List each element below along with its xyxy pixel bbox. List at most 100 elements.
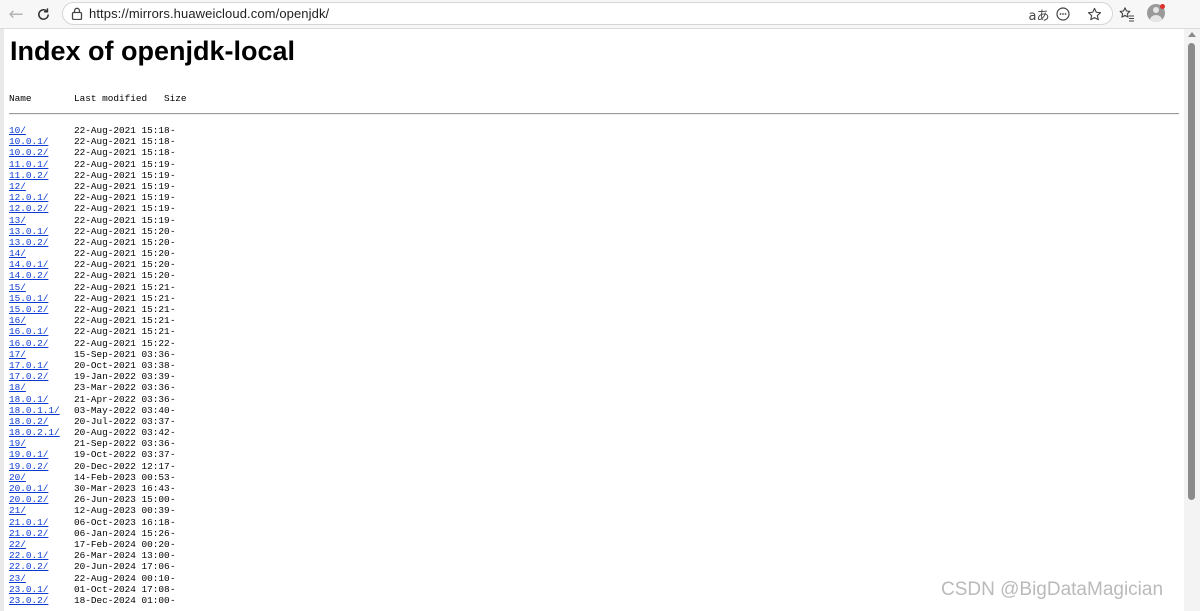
scrollbar-thumb[interactable] bbox=[1188, 43, 1195, 500]
directory-link[interactable]: 20.0.1/ bbox=[9, 483, 48, 494]
directory-link[interactable]: 15.0.2/ bbox=[9, 304, 48, 315]
directory-link[interactable]: 23.0.2/ bbox=[9, 595, 48, 606]
directory-link[interactable]: 15.0.1/ bbox=[9, 293, 48, 304]
directory-link[interactable]: 13/ bbox=[9, 215, 26, 226]
directory-link[interactable]: 11.0.1/ bbox=[9, 159, 48, 170]
list-item: 18/23-Mar-2022 03:36- bbox=[9, 382, 609, 393]
reload-icon[interactable] bbox=[31, 2, 55, 26]
directory-link[interactable]: 14/ bbox=[9, 248, 26, 259]
size-value: - bbox=[170, 292, 176, 304]
last-modified-value: 20-Jun-2024 17:06 bbox=[74, 561, 170, 573]
list-item: 18.0.2/20-Jul-2022 03:37- bbox=[9, 416, 609, 427]
directory-link[interactable]: 19.0.2/ bbox=[9, 461, 48, 472]
directory-link[interactable]: 22.0.2/ bbox=[9, 561, 48, 572]
directory-link[interactable]: 13.0.1/ bbox=[9, 226, 48, 237]
directory-link[interactable]: 11.0.2/ bbox=[9, 170, 48, 181]
size-value: - bbox=[170, 393, 176, 405]
directory-link[interactable]: 18/ bbox=[9, 382, 26, 393]
directory-link[interactable]: 10/ bbox=[9, 125, 26, 136]
directory-link[interactable]: 10.0.2/ bbox=[9, 147, 48, 158]
directory-link[interactable]: 22.0.1/ bbox=[9, 550, 48, 561]
back-arrow-icon[interactable]: ← bbox=[4, 2, 28, 26]
lock-icon[interactable] bbox=[71, 7, 83, 21]
watermark: CSDN @BigDataMagician bbox=[941, 579, 1164, 600]
favorites-list-icon[interactable] bbox=[1116, 3, 1138, 25]
directory-link[interactable]: 21/ bbox=[9, 505, 26, 516]
directory-link[interactable]: 16/ bbox=[9, 315, 26, 326]
directory-link[interactable]: 17.0.1/ bbox=[9, 360, 48, 371]
size-value: - bbox=[170, 337, 176, 349]
size-value: - bbox=[170, 471, 176, 483]
star-icon[interactable] bbox=[1085, 5, 1103, 23]
directory-link[interactable]: 14.0.2/ bbox=[9, 270, 48, 281]
last-modified-value: 22-Aug-2021 15:20 bbox=[74, 225, 170, 237]
size-value: - bbox=[170, 550, 176, 562]
last-modified-value: 22-Aug-2021 15:18 bbox=[74, 125, 170, 136]
list-item: 10.0.1/22-Aug-2021 15:18- bbox=[9, 136, 609, 147]
list-item: 22.0.1/26-Mar-2024 13:00- bbox=[9, 550, 609, 561]
directory-link[interactable]: 10.0.1/ bbox=[9, 136, 48, 147]
directory-link[interactable]: 15/ bbox=[9, 282, 26, 293]
list-item: 13/22-Aug-2021 15:19- bbox=[9, 215, 609, 226]
directory-link[interactable]: 17/ bbox=[9, 349, 26, 360]
list-item: 13.0.2/22-Aug-2021 15:20- bbox=[9, 237, 609, 248]
directory-link[interactable]: 13.0.2/ bbox=[9, 237, 48, 248]
size-value: - bbox=[170, 371, 176, 383]
directory-link[interactable]: 20/ bbox=[9, 472, 26, 483]
directory-link[interactable]: 19/ bbox=[9, 438, 26, 449]
scroll-up-arrow-icon[interactable] bbox=[1188, 32, 1196, 37]
list-item: 22.0.2/20-Jun-2024 17:06- bbox=[9, 561, 609, 572]
last-modified-value: 22-Aug-2021 15:20 bbox=[74, 270, 170, 282]
size-value: - bbox=[170, 326, 176, 338]
column-last-modified-header: Last modified bbox=[74, 93, 148, 104]
column-size-header: Size bbox=[164, 93, 187, 104]
last-modified-value: 21-Sep-2022 03:36 bbox=[74, 438, 170, 450]
url-text[interactable]: https://mirrors.huaweicloud.com/openjdk/ bbox=[89, 6, 329, 21]
directory-link[interactable]: 18.0.1.1/ bbox=[9, 405, 60, 416]
directory-link[interactable]: 18.0.2.1/ bbox=[9, 427, 60, 438]
list-item: 14/22-Aug-2021 15:20- bbox=[9, 248, 609, 259]
last-modified-value: 03-May-2022 03:40 bbox=[74, 404, 170, 416]
last-modified-value: 01-Oct-2024 17:08 bbox=[74, 583, 170, 595]
directory-link[interactable]: 14.0.1/ bbox=[9, 259, 48, 270]
directory-link[interactable]: 18.0.1/ bbox=[9, 394, 48, 405]
directory-link[interactable]: 20.0.2/ bbox=[9, 494, 48, 505]
size-value: - bbox=[170, 460, 176, 472]
directory-link[interactable]: 18.0.2/ bbox=[9, 416, 48, 427]
list-item: 21.0.1/06-Oct-2023 16:18- bbox=[9, 517, 609, 528]
directory-link[interactable]: 12.0.2/ bbox=[9, 203, 48, 214]
size-value: - bbox=[170, 348, 176, 360]
directory-link[interactable]: 23/ bbox=[9, 573, 26, 584]
read-aloud-icon[interactable]: aあ bbox=[1028, 5, 1050, 24]
list-item: 20.0.1/30-Mar-2023 16:43- bbox=[9, 483, 609, 494]
directory-link[interactable]: 16.0.2/ bbox=[9, 338, 48, 349]
emoji-icon[interactable] bbox=[1054, 5, 1072, 23]
vertical-scrollbar[interactable] bbox=[1184, 29, 1200, 611]
list-item: 19.0.2/20-Dec-2022 12:17- bbox=[9, 461, 609, 472]
list-item: 10/22-Aug-2021 15:18- bbox=[9, 125, 609, 136]
directory-link[interactable]: 16.0.1/ bbox=[9, 326, 48, 337]
size-value: - bbox=[170, 572, 176, 584]
size-value: - bbox=[170, 214, 176, 226]
size-value: - bbox=[170, 438, 176, 450]
address-bar[interactable]: https://mirrors.huaweicloud.com/openjdk/… bbox=[62, 2, 1113, 25]
directory-link[interactable]: 23.0.1/ bbox=[9, 584, 48, 595]
directory-link[interactable]: 12.0.1/ bbox=[9, 192, 48, 203]
list-item: 13.0.1/22-Aug-2021 15:20- bbox=[9, 226, 609, 237]
directory-link[interactable]: 12/ bbox=[9, 181, 26, 192]
last-modified-value: 22-Aug-2021 15:20 bbox=[74, 248, 170, 260]
size-value: - bbox=[170, 125, 176, 136]
directory-link[interactable]: 19.0.1/ bbox=[9, 449, 48, 460]
size-value: - bbox=[170, 382, 176, 394]
last-modified-value: 06-Oct-2023 16:18 bbox=[74, 516, 170, 528]
page-content: Index of openjdk-local Name Last modifie… bbox=[0, 29, 1184, 611]
directory-link[interactable]: 22/ bbox=[9, 539, 26, 550]
directory-link[interactable]: 17.0.2/ bbox=[9, 371, 48, 382]
directory-link[interactable]: 21.0.1/ bbox=[9, 517, 48, 528]
list-item: 20/14-Feb-2023 00:53- bbox=[9, 472, 609, 483]
directory-link[interactable]: 21.0.2/ bbox=[9, 528, 48, 539]
size-value: - bbox=[170, 404, 176, 416]
size-value: - bbox=[170, 203, 176, 215]
list-item: 22/17-Feb-2024 00:20- bbox=[9, 539, 609, 550]
size-value: - bbox=[170, 259, 176, 271]
